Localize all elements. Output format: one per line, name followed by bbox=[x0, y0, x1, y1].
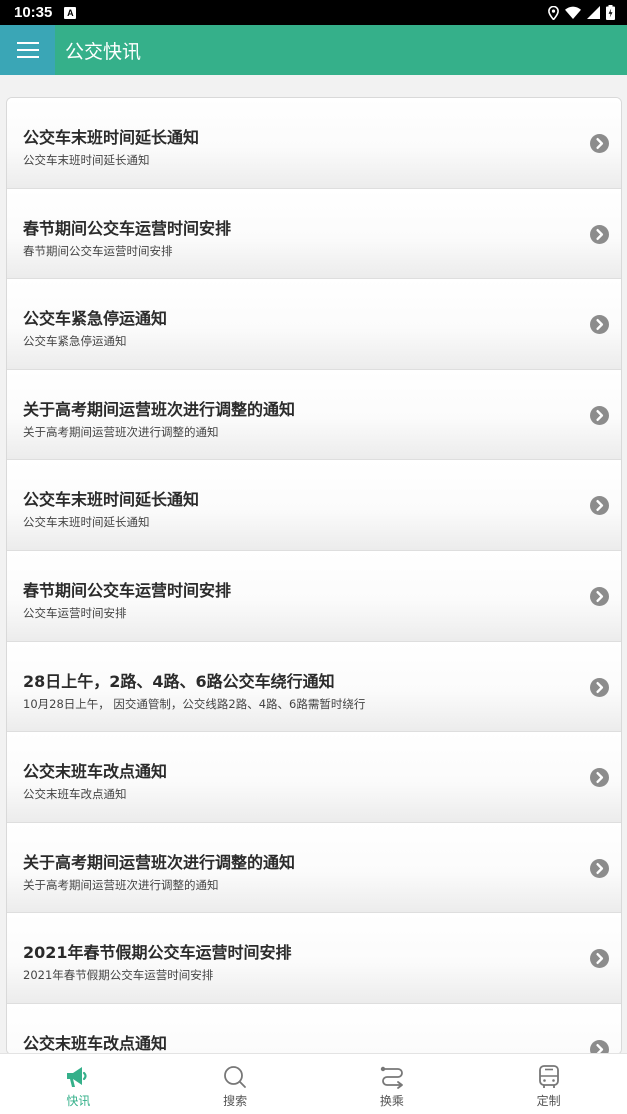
news-title: 关于高考期间运营班次进行调整的通知 bbox=[23, 399, 296, 419]
nav-label: 快讯 bbox=[66, 1094, 91, 1108]
news-title: 公交车末班时间延长通知 bbox=[23, 490, 200, 510]
list-item[interactable]: 春节期间公交车运营时间安排公交车运营时间安排 bbox=[7, 550, 621, 642]
news-title: 2021年春节假期公交车运营时间安排 bbox=[23, 943, 292, 963]
list-item[interactable]: 公交车末班时间延长通知 公交车末班时间延长通知 bbox=[7, 460, 621, 551]
page-title: 公交快讯 bbox=[65, 40, 142, 63]
nav-item-news[interactable]: 快讯 bbox=[0, 1054, 157, 1114]
search-icon bbox=[224, 1066, 247, 1088]
nav-item-search[interactable]: 搜索 bbox=[157, 1054, 314, 1114]
list-item[interactable]: 公交末班车改点通知 公交末班车改点通知 bbox=[7, 732, 621, 823]
chevron-right-icon bbox=[590, 405, 609, 425]
bottom-nav: 快讯 搜索 换乘 定制 bbox=[0, 1053, 627, 1114]
chevron-right-icon bbox=[590, 677, 609, 697]
list-item[interactable]: 2021年春节假期公交车运营时间安排 2021年春节假期公交车运营时间安排 bbox=[7, 913, 621, 1004]
battery-icon bbox=[606, 5, 615, 20]
news-title: 28日上午，2路、4路、6路公交车绕行通知 bbox=[23, 671, 335, 691]
megaphone-icon bbox=[67, 1067, 87, 1087]
nav-label: 搜索 bbox=[223, 1094, 248, 1108]
chevron-right-icon bbox=[590, 586, 609, 606]
news-title: 关于高考期间运营班次进行调整的通知 bbox=[23, 852, 296, 872]
nav-label: 换乘 bbox=[379, 1094, 404, 1108]
chevron-right-icon bbox=[590, 224, 609, 244]
list-item[interactable]: 28日上午，2路、4路、6路公交车绕行通知 10月28日上午， 因交通管制，公交线… bbox=[7, 641, 621, 733]
location-icon bbox=[548, 5, 559, 20]
bus-icon bbox=[538, 1065, 559, 1088]
chevron-right-icon bbox=[590, 768, 609, 788]
status-bar: 10:35 A bbox=[0, 0, 627, 25]
hamburger-icon bbox=[16, 42, 39, 58]
list-item[interactable]: 关于高考期间运营班次进行调整的通知 关于高考期间运营班次进行调整的通知 bbox=[7, 369, 621, 461]
chevron-right-icon bbox=[590, 496, 609, 516]
nav-label: 定制 bbox=[536, 1094, 561, 1108]
chevron-right-icon bbox=[590, 315, 609, 335]
wifi-icon bbox=[565, 6, 581, 19]
news-subtitle: 2021年春节假期公交车运营时间安排 bbox=[23, 968, 214, 983]
news-subtitle: 公交车运营时间安排 bbox=[23, 605, 127, 620]
list-item[interactable]: 公交末班车改点通知 bbox=[7, 1003, 621, 1054]
list-item[interactable]: 公交车紧急停运通知 公交车紧急停运通知 bbox=[7, 279, 621, 370]
list-item[interactable]: 关于高考期间运营班次进行调整的通知 关于高考期间运营班次进行调整的通知 bbox=[7, 822, 621, 914]
chevron-right-icon bbox=[590, 949, 609, 969]
status-icons bbox=[548, 5, 615, 20]
news-title: 春节期间公交车运营时间安排 bbox=[23, 218, 232, 238]
news-title: 公交车紧急停运通知 bbox=[23, 309, 168, 329]
news-subtitle: 春节期间公交车运营时间安排 bbox=[23, 243, 173, 258]
list-item[interactable]: 春节期间公交车运营时间安排 春节期间公交车运营时间安排 bbox=[7, 188, 621, 280]
news-list: 公交车末班时间延长通知 公交车末班时间延长通知 春节期间公交车运营时间安排 春节期间公… bbox=[6, 97, 622, 1055]
route-icon bbox=[380, 1066, 403, 1089]
list-item[interactable]: 公交车末班时间延长通知 公交车末班时间延长通知 bbox=[7, 98, 621, 189]
news-subtitle: 公交车末班时间延长通知 bbox=[23, 515, 150, 530]
signal-icon bbox=[587, 6, 600, 19]
news-title: 春节期间公交车运营时间安排 bbox=[23, 580, 232, 600]
chevron-right-icon bbox=[590, 134, 609, 153]
news-title: 公交末班车改点通知 bbox=[23, 1033, 168, 1053]
news-subtitle: 公交车末班时间延长通知 bbox=[23, 153, 150, 167]
news-title: 公交末班车改点通知 bbox=[23, 762, 168, 782]
news-subtitle: 关于高考期间运营班次进行调整的通知 bbox=[23, 877, 219, 892]
chevron-right-icon bbox=[590, 858, 609, 878]
status-time: 10:35 bbox=[14, 4, 53, 21]
news-subtitle: 10月28日上午， 因交通管制，公交线路2路、4路、6路需暂时绕行 bbox=[23, 696, 366, 711]
news-subtitle: 公交末班车改点通知 bbox=[23, 787, 127, 802]
news-subtitle: 公交车紧急停运通知 bbox=[23, 334, 127, 349]
news-title: 公交车末班时间延长通知 bbox=[23, 128, 200, 147]
nav-item-custom[interactable]: 定制 bbox=[470, 1054, 627, 1114]
news-subtitle: 关于高考期间运营班次进行调整的通知 bbox=[23, 424, 219, 439]
nav-item-transfer[interactable]: 换乘 bbox=[314, 1054, 471, 1114]
app-bar: 公交快讯 bbox=[0, 25, 627, 75]
notification-icon: A bbox=[64, 6, 77, 19]
menu-button[interactable] bbox=[0, 25, 55, 75]
